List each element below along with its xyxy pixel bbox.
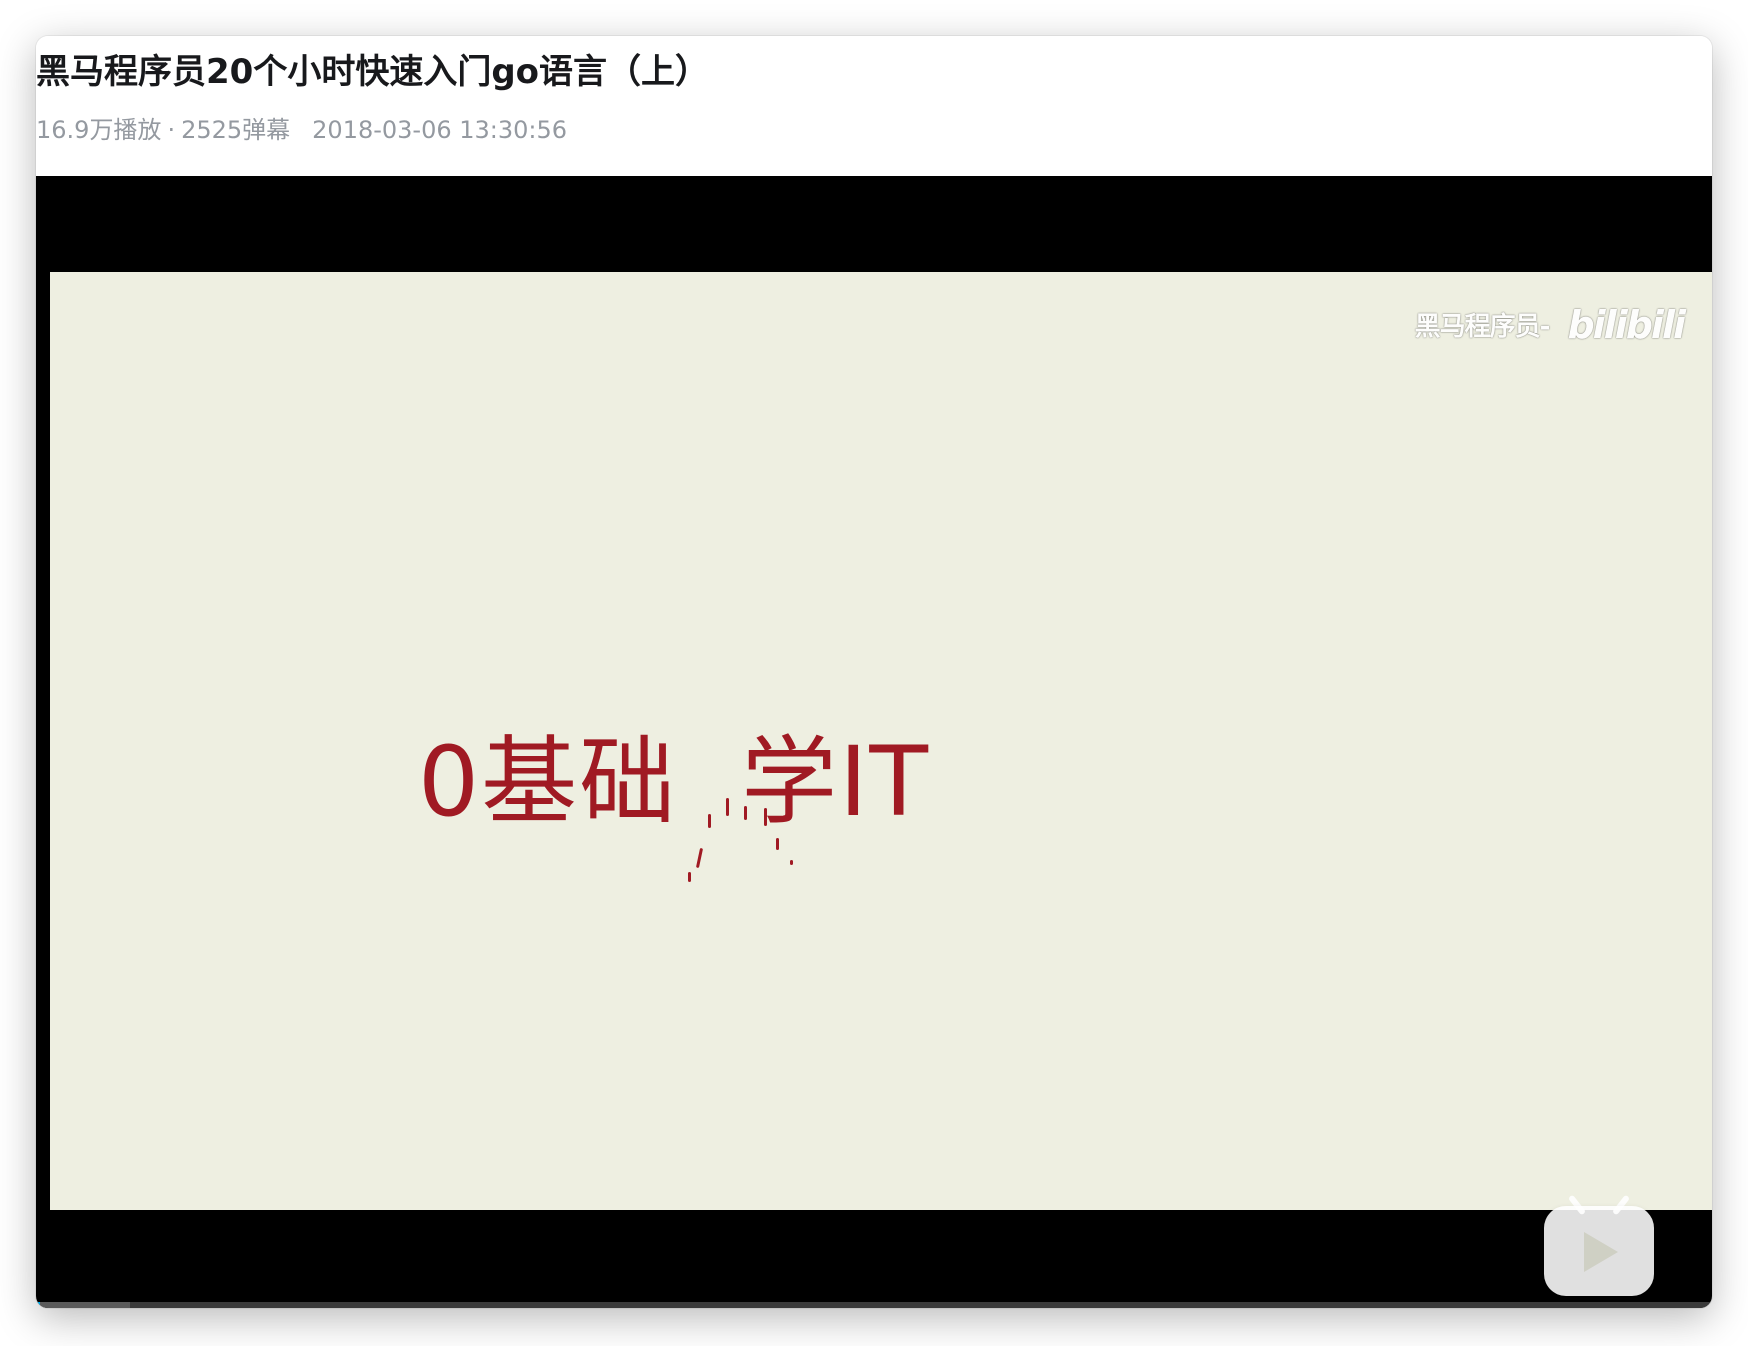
headline-right: 学IT [741, 726, 931, 838]
video-title[interactable]: 黑马程序员20个小时快速入门go语言（上） [36, 44, 709, 93]
ink-drip [695, 847, 704, 869]
video-window: 黑马程序员20个小时快速入门go语言（上） 16.9万播放 · 2525弹幕 2018… [36, 36, 1712, 1308]
ink-drip [744, 806, 747, 820]
watermark-text: 黑马程序员- [1414, 312, 1551, 342]
video-player[interactable]: 黑马程序员- bilibili 0基础 学IT [36, 176, 1712, 1308]
view-count: 16.9万播放 [36, 116, 162, 144]
ink-drip [688, 872, 691, 882]
video-header: 黑马程序员20个小时快速入门go语言（上） 16.9万播放 · 2525弹幕 2018… [36, 36, 1712, 176]
danmaku-count: 2525弹幕 [181, 116, 291, 144]
bilibili-play-button[interactable] [1544, 1192, 1654, 1296]
ink-drip [776, 838, 779, 850]
progress-accent [36, 1302, 40, 1308]
frame-headline: 0基础 学IT [418, 704, 930, 843]
video-frame[interactable]: 黑马程序员- bilibili 0基础 学IT [50, 272, 1712, 1210]
ink-drip [708, 814, 711, 828]
headline-left: 0基础 [418, 726, 678, 838]
bilibili-logo: bilibili [1567, 303, 1686, 347]
play-icon [1584, 1232, 1618, 1272]
progress-fill [36, 1302, 130, 1308]
ink-drip [726, 798, 729, 816]
progress-bar[interactable] [36, 1302, 1712, 1308]
ink-drip [764, 808, 767, 826]
video-meta: 16.9万播放 · 2525弹幕 2018-03-06 13:30:56 [36, 110, 567, 145]
meta-separator: · [167, 116, 176, 144]
bilibili-watermark: 黑马程序员- bilibili [1414, 303, 1686, 347]
publish-date: 2018-03-06 13:30:56 [312, 116, 568, 144]
faded-text-ghost [422, 832, 518, 971]
ink-drip [790, 860, 793, 865]
